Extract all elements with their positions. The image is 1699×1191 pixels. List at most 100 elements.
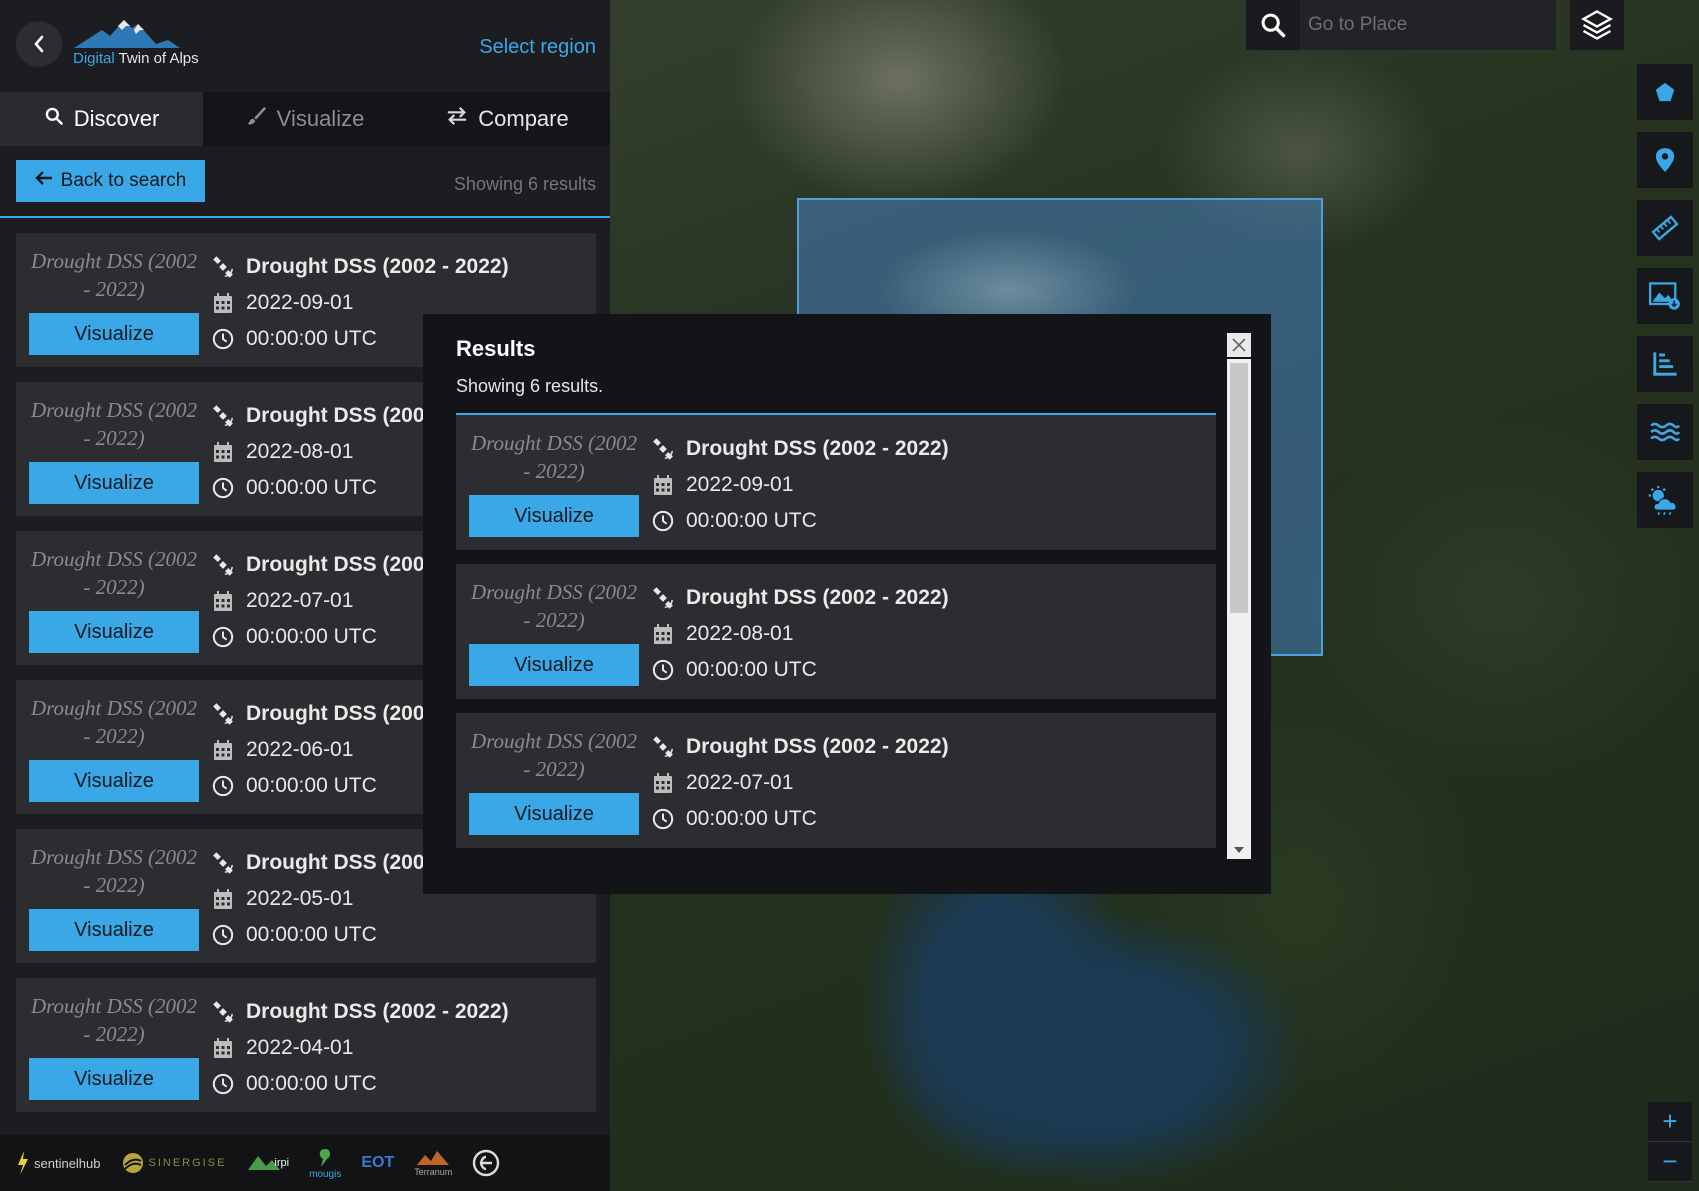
arrow-left-icon — [34, 170, 53, 192]
pentagon-icon[interactable] — [1637, 64, 1693, 120]
close-icon[interactable] — [1227, 333, 1251, 357]
satellite-icon — [212, 405, 234, 427]
result-thumbnail: Drought DSS (2002 - 2022) — [30, 547, 198, 599]
visualize-button[interactable]: Visualize — [29, 313, 199, 355]
visualize-button[interactable]: Visualize — [29, 611, 199, 653]
result-time: 00:00:00 UTC — [246, 1072, 377, 1095]
chart-icon[interactable] — [1637, 336, 1693, 392]
satellite-icon — [652, 587, 674, 609]
result-name: Drought DSS (2002 - 2022) — [686, 735, 949, 758]
result-date: 2022-06-01 — [246, 738, 354, 761]
water-icon[interactable] — [1637, 404, 1693, 460]
calendar-icon — [652, 623, 674, 645]
map-toolbar — [1637, 64, 1693, 540]
visualize-button[interactable]: Visualize — [469, 644, 639, 686]
calendar-icon — [212, 441, 234, 463]
result-date: 2022-04-01 — [246, 1036, 354, 1059]
result-thumbnail: Drought DSS (2002 - 2022) — [470, 729, 638, 781]
result-card: Drought DSS (2002 - 2022) Visualize Drou… — [456, 713, 1216, 848]
select-region-link[interactable]: Select region — [479, 36, 596, 59]
search-icon[interactable] — [1246, 0, 1300, 50]
satellite-icon — [212, 703, 234, 725]
result-info: Drought DSS (2002 - 2022) 2022-08-01 00:… — [652, 580, 949, 688]
weather-icon[interactable] — [1637, 472, 1693, 528]
eot-logo: EOT — [361, 1154, 395, 1171]
result-info: Drought DSS (2002 - 2022) 2022-09-01 00:… — [652, 431, 949, 539]
tab-visualize[interactable]: Visualize — [203, 92, 406, 146]
result-thumbnail: Drought DSS (2002 - 2022) — [30, 398, 198, 450]
result-thumbnail: Drought DSS (2002 - 2022) — [30, 249, 198, 301]
satellite-icon — [212, 852, 234, 874]
result-time: 00:00:00 UTC — [686, 509, 817, 532]
image-download-icon[interactable] — [1637, 268, 1693, 324]
result-info: Drought DSS (2002 - 2022) 2022-07-01 00:… — [652, 729, 949, 837]
result-info: Drought DSS (200 2022-07-01 00:00:00 UTC — [212, 547, 425, 655]
scroll-down-arrow[interactable] — [1234, 847, 1244, 853]
partner-logos: sentinelhub SINERGISE irpi mougis EOT Te… — [0, 1135, 610, 1191]
result-name: Drought DSS (2002 - 2022) — [686, 437, 949, 460]
irpi-logo: irpi — [246, 1152, 289, 1174]
result-time: 00:00:00 UTC — [246, 327, 377, 350]
ruler-icon[interactable] — [1637, 200, 1693, 256]
brush-icon — [245, 105, 267, 133]
result-card: Drought DSS (2002 - 2022) Visualize Drou… — [456, 564, 1216, 699]
terranum-logo: Terranum — [414, 1149, 452, 1177]
visualize-button[interactable]: Visualize — [469, 793, 639, 835]
map-pin-icon[interactable] — [1637, 132, 1693, 188]
mougis-logo: mougis — [309, 1147, 341, 1180]
result-card: Drought DSS (2002 - 2022) Visualize Drou… — [16, 978, 596, 1112]
modal-scrollbar[interactable] — [1227, 359, 1251, 859]
zoom-controls: + − — [1648, 1102, 1692, 1182]
tab-compare[interactable]: Compare — [406, 92, 609, 146]
visualize-button[interactable]: Visualize — [469, 495, 639, 537]
modal-results-list: Drought DSS (2002 - 2022) Visualize Drou… — [456, 415, 1216, 862]
results-toolbar: Back to search Showing 6 results — [0, 146, 610, 218]
zoom-out-button[interactable]: − — [1648, 1142, 1692, 1182]
calendar-icon — [212, 739, 234, 761]
clock-icon — [652, 510, 674, 532]
swap-icon — [446, 106, 468, 132]
go-to-place-input[interactable] — [1300, 0, 1556, 50]
mountain-logo-icon — [72, 14, 182, 55]
result-info: Drought DSS (200 2022-08-01 00:00:00 UTC — [212, 398, 425, 506]
back-button[interactable] — [16, 21, 62, 67]
result-name: Drought DSS (2002 - 2022) — [246, 255, 509, 278]
search-icon — [44, 106, 64, 132]
visualize-button[interactable]: Visualize — [29, 760, 199, 802]
result-time: 00:00:00 UTC — [686, 658, 817, 681]
calendar-icon — [212, 1037, 234, 1059]
result-card: Drought DSS (2002 - 2022) Visualize Drou… — [456, 415, 1216, 550]
clock-icon — [212, 328, 234, 350]
result-thumbnail: Drought DSS (2002 - 2022) — [30, 696, 198, 748]
result-date: 2022-08-01 — [686, 622, 794, 645]
layers-icon[interactable] — [1570, 0, 1624, 50]
back-to-search-button[interactable]: Back to search — [16, 160, 205, 202]
result-thumbnail: Drought DSS (2002 - 2022) — [470, 431, 638, 483]
result-date: 2022-08-01 — [246, 440, 354, 463]
result-name: Drought DSS (200 — [246, 404, 425, 427]
visualize-button[interactable]: Visualize — [29, 1058, 199, 1100]
satellite-icon — [652, 438, 674, 460]
modal-subtitle: Showing 6 results. — [456, 376, 604, 396]
app-title: Digital Twin of Alps — [73, 50, 199, 67]
results-modal: Results Showing 6 results. Drought DSS (… — [423, 314, 1271, 894]
result-thumbnail: Drought DSS (2002 - 2022) — [470, 580, 638, 632]
result-info: Drought DSS (200 2022-06-01 00:00:00 UTC — [212, 696, 425, 804]
result-info: Drought DSS (2002 - 2022) 2022-04-01 00:… — [212, 994, 509, 1102]
visualize-button[interactable]: Visualize — [29, 462, 199, 504]
calendar-icon — [652, 772, 674, 794]
esa-logo-icon — [472, 1149, 500, 1177]
satellite-icon — [212, 1001, 234, 1023]
scrollbar-thumb[interactable] — [1230, 363, 1248, 613]
go-to-place-search — [1246, 0, 1556, 50]
visualize-button[interactable]: Visualize — [29, 909, 199, 951]
clock-icon — [212, 775, 234, 797]
satellite-icon — [212, 256, 234, 278]
clock-icon — [212, 924, 234, 946]
zoom-in-button[interactable]: + — [1648, 1102, 1692, 1142]
calendar-icon — [212, 888, 234, 910]
clock-icon — [212, 477, 234, 499]
result-date: 2022-07-01 — [246, 589, 354, 612]
calendar-icon — [212, 590, 234, 612]
tab-discover[interactable]: Discover — [0, 92, 203, 146]
